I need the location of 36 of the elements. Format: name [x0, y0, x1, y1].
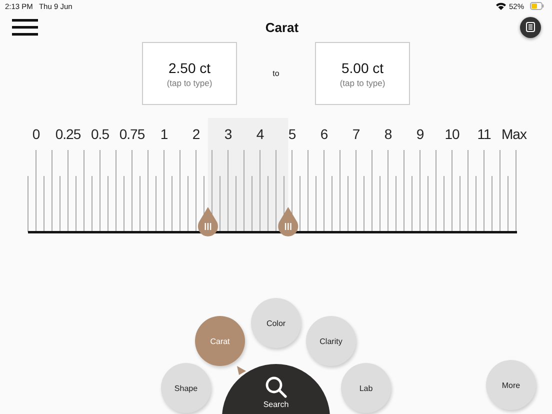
scale-label: 1 — [160, 126, 168, 142]
scale-label: 8 — [384, 126, 392, 142]
more-button[interactable]: More — [486, 360, 536, 410]
page-title: Carat — [264, 20, 300, 34]
list-button[interactable] — [520, 16, 541, 38]
scale-label: 0 — [32, 126, 40, 142]
menu-icon[interactable] — [12, 18, 38, 36]
scale-label: 9 — [416, 126, 424, 142]
scale-label: 0.75 — [119, 126, 145, 142]
min-value-field[interactable]: 2.50 ct (tap to type) — [142, 42, 237, 105]
pointer-icon — [237, 366, 246, 375]
scale-label: 2 — [192, 126, 200, 142]
slider-track[interactable] — [28, 231, 517, 234]
scale-label: 0.25 — [55, 126, 81, 142]
battery-icon — [530, 2, 544, 10]
max-value-field[interactable]: 5.00 ct (tap to type) — [315, 42, 410, 105]
list-icon — [526, 22, 535, 32]
scale-label: 7 — [352, 126, 360, 142]
slider-thumb[interactable] — [198, 207, 218, 236]
scale-label: 5 — [288, 126, 296, 142]
filter-button[interactable]: Clarity — [306, 316, 356, 366]
range-separator: to — [272, 69, 280, 78]
scale-label: 6 — [320, 126, 328, 142]
slider-thumb[interactable] — [278, 207, 298, 236]
search-button[interactable]: Search — [222, 364, 330, 414]
filter-button[interactable]: Color — [251, 298, 301, 348]
search-icon — [265, 376, 287, 398]
scale-label: 0.5 — [91, 126, 109, 142]
scale-label: 10 — [444, 126, 460, 142]
scale-label: 3 — [224, 126, 232, 142]
scale-label: Max — [502, 126, 526, 142]
filter-button[interactable]: Shape — [161, 363, 211, 413]
filter-button[interactable]: Lab — [341, 363, 391, 413]
scale-label: 11 — [477, 126, 491, 142]
scale-label: 4 — [256, 126, 264, 142]
wifi-icon — [496, 2, 506, 10]
